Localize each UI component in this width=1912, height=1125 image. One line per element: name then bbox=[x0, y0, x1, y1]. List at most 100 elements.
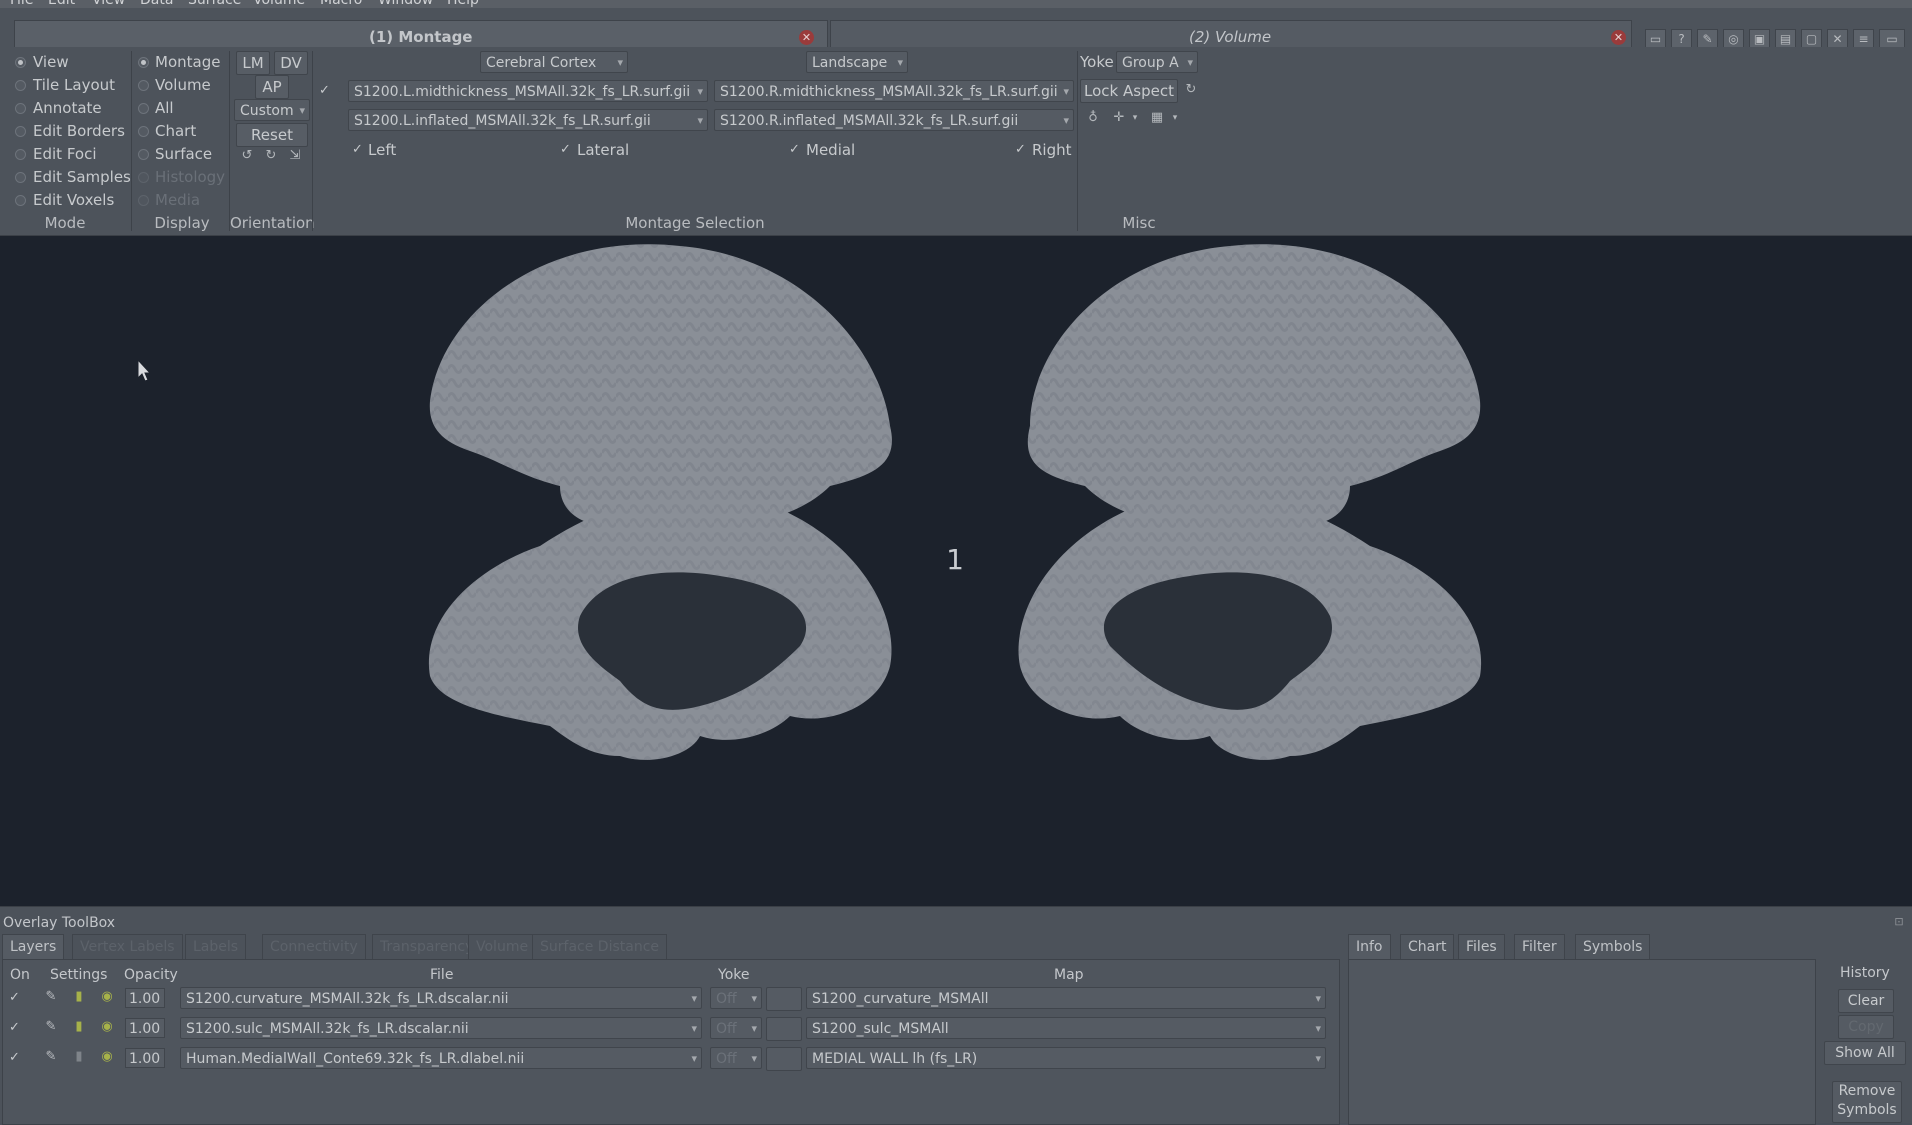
tab-labels[interactable]: Labels bbox=[185, 934, 247, 959]
mode-radio-annotate[interactable] bbox=[15, 103, 26, 114]
close-tab-icon[interactable]: ✕ bbox=[1611, 30, 1626, 45]
palette-icon[interactable]: ▮ bbox=[70, 988, 88, 1006]
menu-file[interactable]: File bbox=[10, 0, 33, 8]
tab-files[interactable]: Files bbox=[1458, 934, 1505, 959]
tab-info[interactable]: Info bbox=[1348, 934, 1391, 959]
graphics-viewport[interactable]: 1 bbox=[0, 236, 1912, 906]
mode-radio-edit-borders[interactable] bbox=[15, 126, 26, 137]
main-toolbar: View Tile Layout Annotate Edit Borders E… bbox=[0, 47, 1912, 236]
overlay-yoke-dropdown[interactable]: Off bbox=[710, 987, 762, 1009]
opacity-spinbox[interactable]: 1.00 bbox=[125, 1048, 165, 1068]
overlay-yoke-dropdown[interactable]: Off bbox=[710, 1047, 762, 1069]
chevron-down-icon[interactable]: ▾ bbox=[1166, 109, 1184, 127]
overlay-file-dropdown[interactable]: S1200.sulc_MSMAll.32k_fs_LR.dscalar.nii bbox=[180, 1017, 702, 1039]
tab-chart[interactable]: Chart bbox=[1400, 934, 1455, 959]
tab-filter[interactable]: Filter bbox=[1514, 934, 1565, 959]
wrench-icon[interactable]: ✎ bbox=[42, 1048, 60, 1066]
close-tab-icon[interactable]: ✕ bbox=[799, 30, 814, 45]
display-radio-media[interactable] bbox=[138, 195, 149, 206]
layer-on-checkbox[interactable]: ✓ bbox=[9, 990, 20, 1005]
left-surface-2-dropdown[interactable]: S1200.L.inflated_MSMAll.32k_fs_LR.surf.g… bbox=[348, 109, 708, 131]
layer-properties-icon[interactable]: ◉ bbox=[98, 988, 116, 1006]
menu-edit[interactable]: Edit bbox=[48, 0, 75, 8]
orientation-lm-button[interactable]: LM bbox=[236, 51, 270, 75]
menu-view[interactable]: View bbox=[92, 0, 125, 8]
tab-vertex-labels[interactable]: Vertex Labels bbox=[72, 934, 183, 959]
mode-label-edit-voxels: Edit Voxels bbox=[33, 191, 115, 209]
tab-surface-distance[interactable]: Surface Distance bbox=[532, 934, 667, 959]
display-radio-volume[interactable] bbox=[138, 80, 149, 91]
copy-button[interactable]: Copy bbox=[1838, 1015, 1894, 1039]
orientation-reset-button[interactable]: Reset bbox=[236, 123, 308, 147]
float-icon[interactable]: ⊡ bbox=[1890, 913, 1908, 931]
medial-checkbox[interactable]: ✓ bbox=[789, 142, 800, 157]
yoke-group-dropdown[interactable]: Group A bbox=[1116, 51, 1198, 73]
lock-aspect-button[interactable]: Lock Aspect bbox=[1080, 79, 1178, 103]
overlay-map-dropdown[interactable]: MEDIAL WALL lh (fs_LR) bbox=[806, 1047, 1326, 1069]
left-surface-1-dropdown[interactable]: S1200.L.midthickness_MSMAll.32k_fs_LR.su… bbox=[348, 80, 708, 102]
clear-button[interactable]: Clear bbox=[1838, 989, 1894, 1013]
flip-icon[interactable]: ⇲ bbox=[286, 147, 304, 165]
display-radio-chart[interactable] bbox=[138, 126, 149, 137]
tab-montage-label: (1) Montage bbox=[369, 28, 473, 46]
overlay-map-dropdown[interactable]: S1200_curvature_MSMAll bbox=[806, 987, 1326, 1009]
layer-properties-icon[interactable]: ◉ bbox=[98, 1048, 116, 1066]
palette-icon[interactable]: ▮ bbox=[70, 1018, 88, 1036]
wrench-icon[interactable]: ✎ bbox=[42, 988, 60, 1006]
mode-radio-tile-layout[interactable] bbox=[15, 80, 26, 91]
mode-radio-edit-samples[interactable] bbox=[15, 172, 26, 183]
display-radio-histology[interactable] bbox=[138, 172, 149, 183]
mode-radio-edit-foci[interactable] bbox=[15, 149, 26, 160]
rotate-right-icon[interactable]: ↻ bbox=[262, 147, 280, 165]
tab-symbols[interactable]: Symbols bbox=[1575, 934, 1651, 959]
menu-help[interactable]: Help bbox=[447, 0, 479, 8]
overlay-yoke-button[interactable] bbox=[766, 1047, 802, 1071]
display-radio-montage[interactable] bbox=[138, 57, 149, 68]
display-radio-surface[interactable] bbox=[138, 149, 149, 160]
layer-on-checkbox[interactable]: ✓ bbox=[9, 1020, 20, 1035]
layout-dropdown[interactable]: Landscape bbox=[806, 51, 908, 73]
surface-row1-checkbox[interactable]: ✓ bbox=[319, 83, 330, 98]
opacity-spinbox[interactable]: 1.00 bbox=[125, 988, 165, 1008]
tab-transparency[interactable]: Transparency bbox=[372, 934, 482, 959]
ruler-icon[interactable]: ▦ bbox=[1148, 109, 1166, 127]
overlay-map-dropdown[interactable]: S1200_sulc_MSMAll bbox=[806, 1017, 1326, 1039]
menu-macro[interactable]: Macro bbox=[320, 0, 362, 8]
wrench-icon[interactable]: ✎ bbox=[42, 1018, 60, 1036]
menu-surface[interactable]: Surface bbox=[188, 0, 241, 8]
mode-radio-edit-voxels[interactable] bbox=[15, 195, 26, 206]
orientation-custom-dropdown[interactable]: Custom bbox=[234, 99, 310, 121]
layer-properties-icon[interactable]: ◉ bbox=[98, 1018, 116, 1036]
tab-connectivity[interactable]: Connectivity bbox=[262, 934, 366, 959]
orientation-dv-button[interactable]: DV bbox=[274, 51, 308, 75]
rotate-left-icon[interactable]: ↺ bbox=[238, 147, 256, 165]
right-surface-2-dropdown[interactable]: S1200.R.inflated_MSMAll.32k_fs_LR.surf.g… bbox=[714, 109, 1074, 131]
opacity-spinbox[interactable]: 1.00 bbox=[125, 1018, 165, 1038]
right-surface-1-dropdown[interactable]: S1200.R.midthickness_MSMAll.32k_fs_LR.su… bbox=[714, 80, 1074, 102]
left-checkbox[interactable]: ✓ bbox=[352, 142, 363, 157]
chevron-down-icon[interactable]: ▾ bbox=[1126, 109, 1144, 127]
overlay-file-dropdown[interactable]: S1200.curvature_MSMAll.32k_fs_LR.dscalar… bbox=[180, 987, 702, 1009]
orientation-ap-button[interactable]: AP bbox=[255, 75, 289, 99]
overlay-yoke-button[interactable] bbox=[766, 987, 802, 1011]
menu-volume[interactable]: Volume bbox=[253, 0, 305, 8]
lateral-checkbox[interactable]: ✓ bbox=[560, 142, 571, 157]
overlay-yoke-dropdown[interactable]: Off bbox=[710, 1017, 762, 1039]
right-checkbox[interactable]: ✓ bbox=[1015, 142, 1026, 157]
menu-window[interactable]: Window bbox=[378, 0, 433, 8]
show-all-button[interactable]: Show All bbox=[1824, 1041, 1906, 1065]
structure-dropdown[interactable]: Cerebral Cortex bbox=[480, 51, 628, 73]
display-radio-all[interactable] bbox=[138, 103, 149, 114]
tab-volume[interactable]: Volume bbox=[468, 934, 537, 959]
reset-view-icon[interactable]: ↻ bbox=[1182, 81, 1200, 99]
menu-data[interactable]: Data bbox=[140, 0, 173, 8]
overlay-yoke-button[interactable] bbox=[766, 1017, 802, 1041]
layer-on-checkbox[interactable]: ✓ bbox=[9, 1050, 20, 1065]
tab-layers[interactable]: Layers bbox=[2, 934, 65, 959]
mode-radio-view[interactable] bbox=[15, 57, 26, 68]
palette-icon[interactable]: ▮ bbox=[70, 1048, 88, 1066]
lightbulb-icon[interactable]: ♁ bbox=[1084, 109, 1102, 127]
overlay-file-dropdown[interactable]: Human.MedialWall_Conte69.32k_fs_LR.dlabe… bbox=[180, 1047, 702, 1069]
remove-symbols-button[interactable]: Remove Symbols bbox=[1832, 1081, 1902, 1123]
info-text-area[interactable] bbox=[1348, 959, 1816, 1125]
